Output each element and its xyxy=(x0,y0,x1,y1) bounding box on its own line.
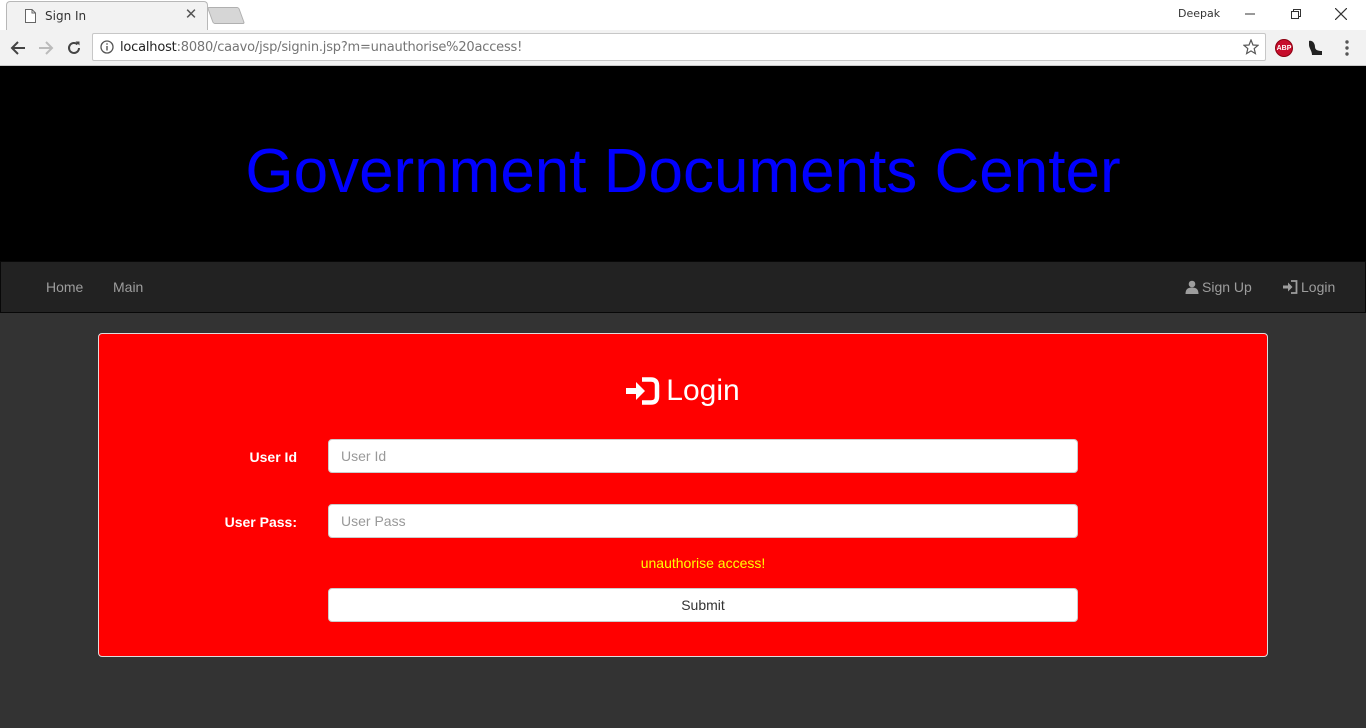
submit-button[interactable]: Submit xyxy=(328,588,1078,622)
user-id-input[interactable] xyxy=(328,439,1078,473)
minimize-icon[interactable] xyxy=(1236,3,1264,25)
nav-main[interactable]: Main xyxy=(113,279,143,295)
login-panel: Login User Id User Pass: unauthorise acc… xyxy=(98,333,1268,657)
login-label: Login xyxy=(1301,279,1336,295)
user-pass-input[interactable] xyxy=(328,504,1078,538)
login-heading: Login xyxy=(99,374,1267,408)
close-window-icon[interactable] xyxy=(1327,3,1355,25)
forward-icon[interactable] xyxy=(35,37,57,59)
nav-sign-up[interactable]: Sign Up xyxy=(1185,279,1252,295)
user-icon xyxy=(1185,280,1199,294)
url-host: localhost xyxy=(120,40,177,55)
bookmark-star-icon[interactable] xyxy=(1243,39,1259,55)
site-title: Government Documents Center xyxy=(245,137,1121,206)
login-heading-text: Login xyxy=(666,374,740,407)
browser-tabstrip: Sign In ✕ Deepak xyxy=(0,0,1366,30)
login-icon xyxy=(626,377,660,405)
address-bar[interactable]: localhost:8080/caavo/jsp/signin.jsp?m=un… xyxy=(92,33,1266,61)
top-navbar: Home Main Sign Up Login xyxy=(0,261,1366,313)
url-path: :8080/caavo/jsp/signin.jsp?m=unauthorise… xyxy=(176,40,523,55)
nav-home[interactable]: Home xyxy=(46,279,83,295)
error-message: unauthorise access! xyxy=(640,555,766,571)
page-icon xyxy=(25,9,36,23)
new-tab-button[interactable] xyxy=(206,7,246,24)
adblock-plus-icon[interactable]: ABP xyxy=(1274,38,1294,58)
browser-tab[interactable]: Sign In ✕ xyxy=(6,1,208,30)
reload-icon[interactable] xyxy=(63,37,85,59)
sign-up-label: Sign Up xyxy=(1202,279,1252,295)
user-pass-label: User Pass: xyxy=(224,514,297,530)
site-header: Government Documents Center xyxy=(0,66,1366,261)
chrome-menu-icon[interactable] xyxy=(1337,38,1357,58)
restore-icon[interactable] xyxy=(1282,3,1310,25)
url-text[interactable]: localhost:8080/caavo/jsp/signin.jsp?m=un… xyxy=(120,40,522,55)
abp-badge: ABP xyxy=(1275,39,1293,57)
nav-login[interactable]: Login xyxy=(1283,279,1335,295)
close-tab-icon[interactable]: ✕ xyxy=(183,7,199,23)
browser-toolbar: localhost:8080/caavo/jsp/signin.jsp?m=un… xyxy=(0,30,1366,66)
info-icon[interactable] xyxy=(100,40,114,54)
profile-name[interactable]: Deepak xyxy=(1178,7,1220,20)
tab-title: Sign In xyxy=(45,9,87,23)
back-icon[interactable] xyxy=(7,37,29,59)
login-icon xyxy=(1283,280,1298,294)
extension-icon[interactable] xyxy=(1305,38,1325,58)
user-id-label: User Id xyxy=(249,449,297,465)
